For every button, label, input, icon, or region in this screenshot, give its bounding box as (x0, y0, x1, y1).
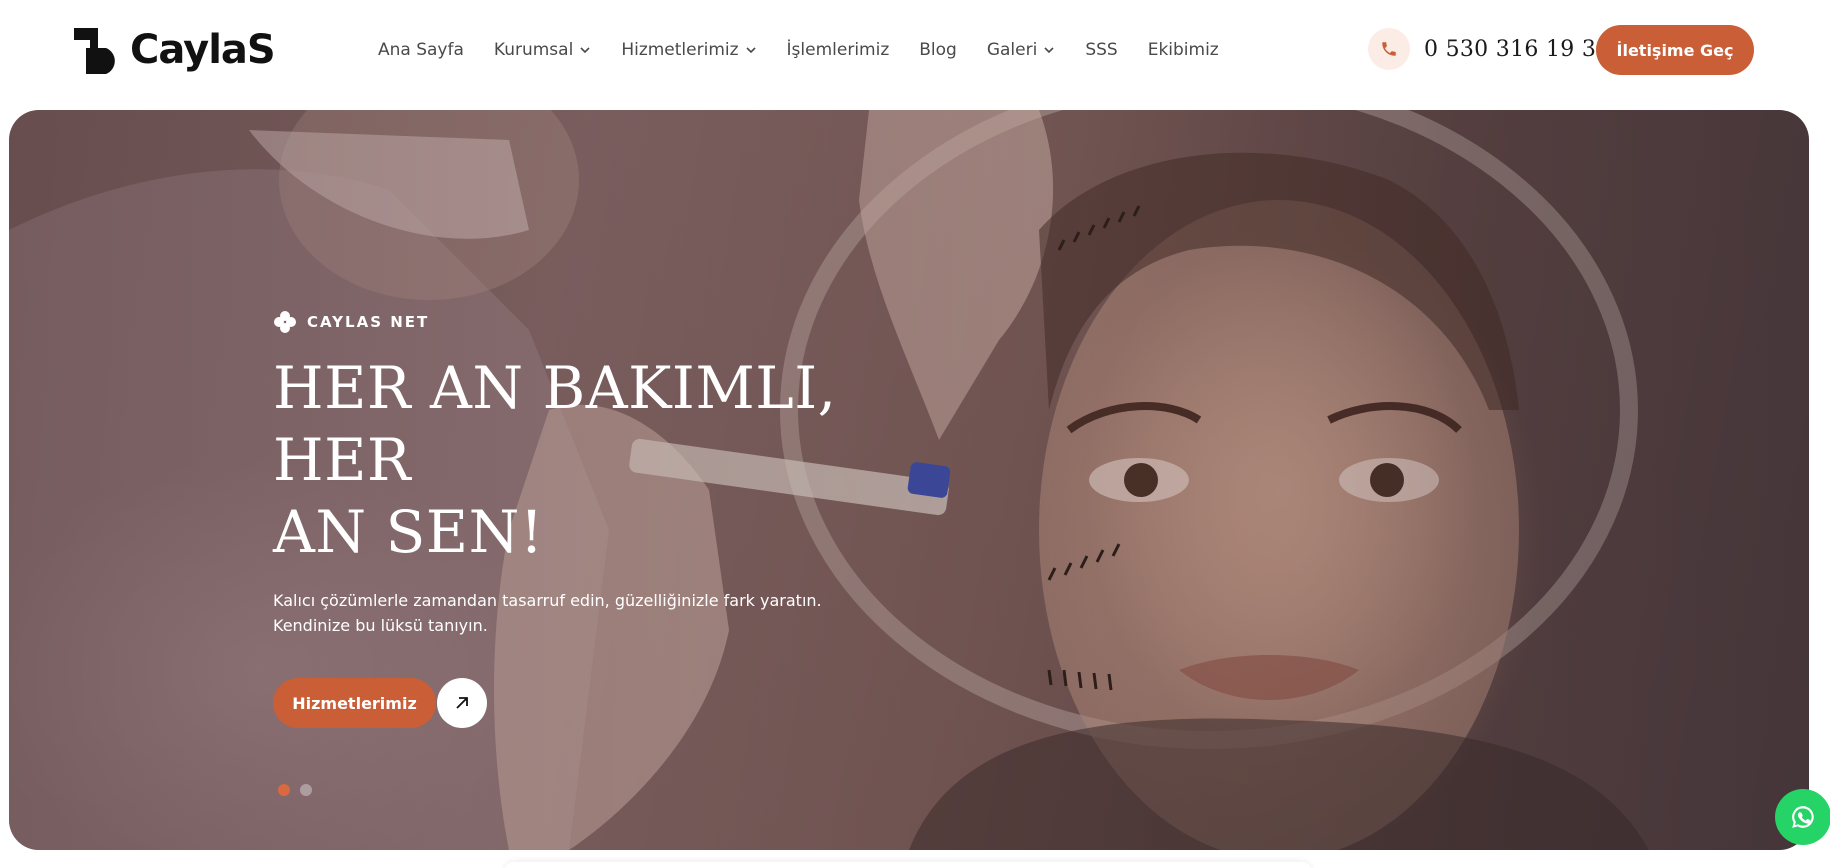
phone-link[interactable]: 0 530 316 19 30 (1368, 28, 1610, 70)
contact-button[interactable]: İletişime Geç (1596, 25, 1754, 75)
nav-item-label: Galeri (986, 40, 1038, 60)
nav-item-label: İşlemlerimiz (786, 40, 890, 60)
next-section-card (504, 862, 1312, 868)
site-header: CaylaS Ana Sayfa Kurumsal Hizmetlerimiz … (0, 0, 1830, 100)
nav-item-ana-sayfa[interactable]: Ana Sayfa (378, 40, 464, 60)
hero-title-line-2: AN SEN! (273, 498, 544, 566)
hero-subtitle: Kalıcı çözümlerle zamandan tasarruf edin… (273, 588, 953, 638)
nav-item-label: Hizmetlerimiz (621, 40, 739, 60)
hero-subtitle-line-2: Kendinize bu lüksü tanıyın. (273, 616, 488, 635)
services-button[interactable]: Hizmetlerimiz (273, 678, 436, 728)
nav-item-label: Ekibimiz (1147, 40, 1219, 60)
hero-actions: Hizmetlerimiz (273, 678, 953, 728)
chevron-down-icon (1044, 47, 1054, 54)
chevron-down-icon (580, 47, 590, 54)
logo[interactable]: CaylaS (72, 26, 276, 74)
nav-item-blog[interactable]: Blog (919, 40, 957, 60)
hero-content: CAYLAS NET HER AN BAKIMLI, HER AN SEN! K… (273, 310, 953, 728)
nav-item-label: Kurumsal (493, 40, 574, 60)
phone-icon (1368, 28, 1410, 70)
eyebrow-text: CAYLAS NET (307, 313, 430, 331)
slider-pagination (278, 784, 312, 796)
nav-item-label: Blog (919, 40, 957, 60)
hero-title: HER AN BAKIMLI, HER AN SEN! (273, 352, 953, 568)
hero-title-line-1: HER AN BAKIMLI, HER (273, 354, 837, 494)
caylas-logo-mark-icon (72, 26, 122, 74)
hero-slider: CAYLAS NET HER AN BAKIMLI, HER AN SEN! K… (9, 110, 1809, 850)
hero-eyebrow: CAYLAS NET (273, 310, 953, 334)
slider-dot-2[interactable] (300, 784, 312, 796)
hero-subtitle-line-1: Kalıcı çözümlerle zamandan tasarruf edin… (273, 591, 822, 610)
clover-icon (274, 311, 296, 333)
nav-item-label: SSS (1085, 40, 1118, 60)
brand-name: CaylaS (130, 27, 276, 73)
whatsapp-icon[interactable] (1775, 789, 1830, 845)
nav-item-islemlerimiz[interactable]: İşlemlerimiz (787, 40, 890, 60)
arrow-up-right-icon[interactable] (437, 678, 487, 728)
main-nav: Ana Sayfa Kurumsal Hizmetlerimiz İşlemle… (378, 0, 1219, 100)
nav-item-label: Ana Sayfa (378, 40, 464, 60)
nav-item-sss[interactable]: SSS (1085, 40, 1117, 60)
nav-item-ekibimiz[interactable]: Ekibimiz (1148, 40, 1219, 60)
phone-number: 0 530 316 19 30 (1424, 36, 1611, 62)
nav-item-kurumsal[interactable]: Kurumsal (494, 40, 591, 60)
slider-dot-1[interactable] (278, 784, 290, 796)
chevron-down-icon (745, 47, 756, 54)
nav-item-hizmetlerimiz[interactable]: Hizmetlerimiz (621, 40, 756, 60)
nav-item-galeri[interactable]: Galeri (987, 40, 1056, 60)
